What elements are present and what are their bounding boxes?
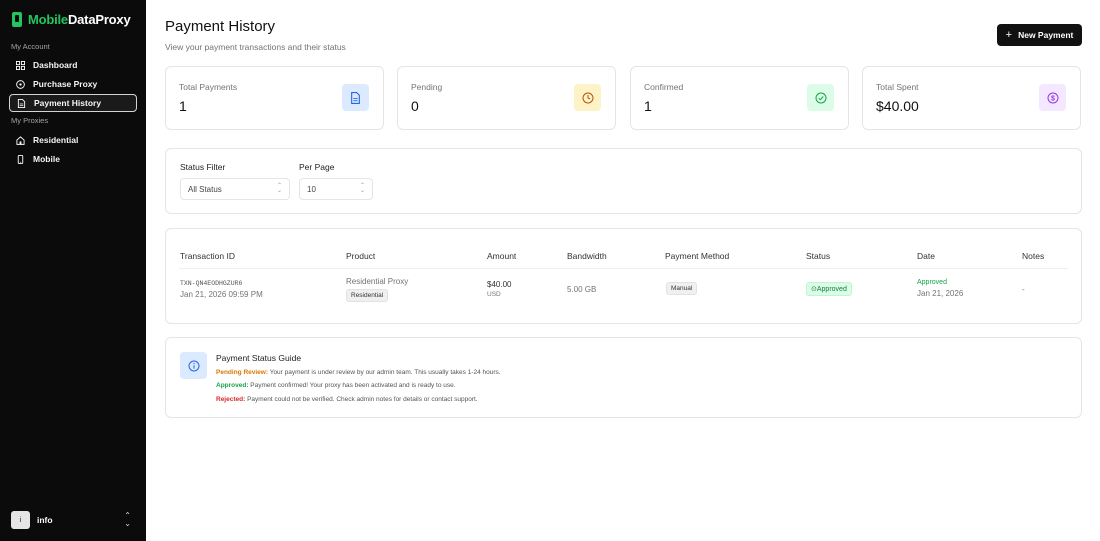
payment-method-badge: Manual bbox=[666, 282, 698, 295]
stat-card-pending: Pending 0 bbox=[397, 66, 616, 130]
transactions-table: Transaction ID Product Amount Bandwidth … bbox=[165, 228, 1082, 324]
date-status: Approved bbox=[917, 279, 947, 286]
grid-icon bbox=[16, 60, 25, 70]
stat-value: 0 bbox=[411, 98, 419, 114]
chevron-up-down-icon: ⌃ ⌄ bbox=[359, 183, 365, 194]
svg-text:$: $ bbox=[1051, 95, 1055, 102]
sidebar-item-residential[interactable]: Residential bbox=[9, 131, 137, 149]
per-page-value: 10 bbox=[307, 184, 316, 194]
brand-name: MobileDataProxy bbox=[28, 12, 131, 27]
guide-pending-line: Pending Review: Your payment is under re… bbox=[216, 369, 501, 376]
chevron-up-down-icon: ⌃ ⌄ bbox=[124, 511, 131, 528]
column-header-date: Date bbox=[917, 251, 935, 261]
sidebar-item-payment-history[interactable]: Payment History bbox=[9, 94, 137, 112]
stat-label: Confirmed bbox=[644, 82, 684, 92]
stat-label: Total Payments bbox=[179, 82, 238, 92]
stat-value: $40.00 bbox=[876, 98, 919, 114]
status-filter-label: Status Filter bbox=[180, 162, 226, 172]
user-name: info bbox=[37, 515, 53, 525]
status-badge: ⊙Approved bbox=[806, 282, 852, 296]
section-label-proxies: My Proxies bbox=[11, 116, 49, 125]
sidebar-item-label: Payment History bbox=[34, 98, 102, 108]
new-payment-button[interactable]: + New Payment bbox=[997, 24, 1082, 46]
dollar-icon: $ bbox=[1039, 84, 1066, 111]
stat-value: 1 bbox=[179, 98, 187, 114]
currency: USD bbox=[487, 291, 501, 298]
stat-card-total-spent: Total Spent $40.00 $ bbox=[862, 66, 1081, 130]
stat-value: 1 bbox=[644, 98, 652, 114]
sidebar-item-mobile[interactable]: Mobile bbox=[9, 150, 137, 168]
stat-label: Pending bbox=[411, 82, 443, 92]
phone-icon bbox=[17, 154, 24, 164]
payment-status-guide: Payment Status Guide Pending Review: You… bbox=[165, 337, 1082, 418]
per-page-select[interactable]: 10 ⌃ ⌄ bbox=[299, 178, 373, 200]
per-page-label: Per Page bbox=[299, 162, 335, 172]
section-label-account: My Account bbox=[11, 42, 50, 51]
sidebar-item-dashboard[interactable]: Dashboard bbox=[9, 56, 137, 74]
stat-card-confirmed: Confirmed 1 bbox=[630, 66, 849, 130]
column-header-payment-method: Payment Method bbox=[665, 251, 730, 261]
filter-panel: Status Filter All Status ⌃ ⌄ Per Page 10 … bbox=[165, 148, 1082, 214]
circle-plus-icon bbox=[16, 79, 25, 89]
home-icon bbox=[16, 135, 25, 145]
info-icon bbox=[180, 352, 207, 379]
phone-logo-icon bbox=[12, 12, 22, 27]
bandwidth: 5.00 GB bbox=[567, 285, 597, 294]
column-header-product: Product bbox=[346, 251, 376, 261]
page-subtitle: View your payment transactions and their… bbox=[165, 42, 346, 52]
sidebar-item-label: Mobile bbox=[33, 154, 60, 164]
status-filter-value: All Status bbox=[188, 184, 222, 194]
user-menu[interactable]: i info ⌃ ⌄ bbox=[11, 511, 131, 529]
new-payment-label: New Payment bbox=[1018, 30, 1074, 40]
column-header-amount: Amount bbox=[487, 251, 517, 261]
sidebar-item-label: Purchase Proxy bbox=[33, 79, 98, 89]
header-divider bbox=[179, 268, 1068, 269]
notes: - bbox=[1022, 285, 1025, 294]
transaction-id: TXN-QN4EODHGZUR6 bbox=[180, 280, 243, 287]
guide-title: Payment Status Guide bbox=[216, 353, 302, 363]
brand-logo[interactable]: MobileDataProxy bbox=[12, 12, 131, 27]
column-header-bandwidth: Bandwidth bbox=[567, 251, 607, 261]
column-header-transaction-id: Transaction ID bbox=[180, 251, 235, 261]
column-header-notes: Notes bbox=[1022, 251, 1045, 261]
check-circle-icon bbox=[807, 84, 834, 111]
sidebar-item-label: Residential bbox=[33, 135, 79, 145]
transaction-datetime: Jan 21, 2026 09:59 PM bbox=[180, 290, 263, 299]
document-icon bbox=[342, 84, 369, 111]
clock-icon bbox=[574, 84, 601, 111]
product-name: Residential Proxy bbox=[346, 277, 409, 286]
sidebar-item-label: Dashboard bbox=[33, 60, 78, 70]
amount: $40.00 bbox=[487, 280, 512, 289]
stat-card-total-payments: Total Payments 1 bbox=[165, 66, 384, 130]
plus-icon: + bbox=[1005, 28, 1013, 41]
page-title: Payment History bbox=[165, 18, 276, 35]
document-icon bbox=[17, 98, 26, 108]
guide-rejected-line: Rejected: Payment could not be verified.… bbox=[216, 396, 478, 403]
sidebar-item-purchase-proxy[interactable]: Purchase Proxy bbox=[9, 75, 137, 93]
stat-label: Total Spent bbox=[876, 82, 919, 92]
sidebar: MobileDataProxy My Account Dashboard Pur… bbox=[0, 0, 146, 541]
date: Jan 21, 2026 bbox=[917, 289, 964, 298]
status-filter-select[interactable]: All Status ⌃ ⌄ bbox=[180, 178, 290, 200]
product-tag: Residential bbox=[346, 289, 389, 302]
guide-approved-line: Approved: Payment confirmed! Your proxy … bbox=[216, 382, 456, 389]
avatar: i bbox=[11, 511, 30, 529]
chevron-up-down-icon: ⌃ ⌄ bbox=[276, 183, 282, 194]
column-header-status: Status bbox=[806, 251, 831, 261]
